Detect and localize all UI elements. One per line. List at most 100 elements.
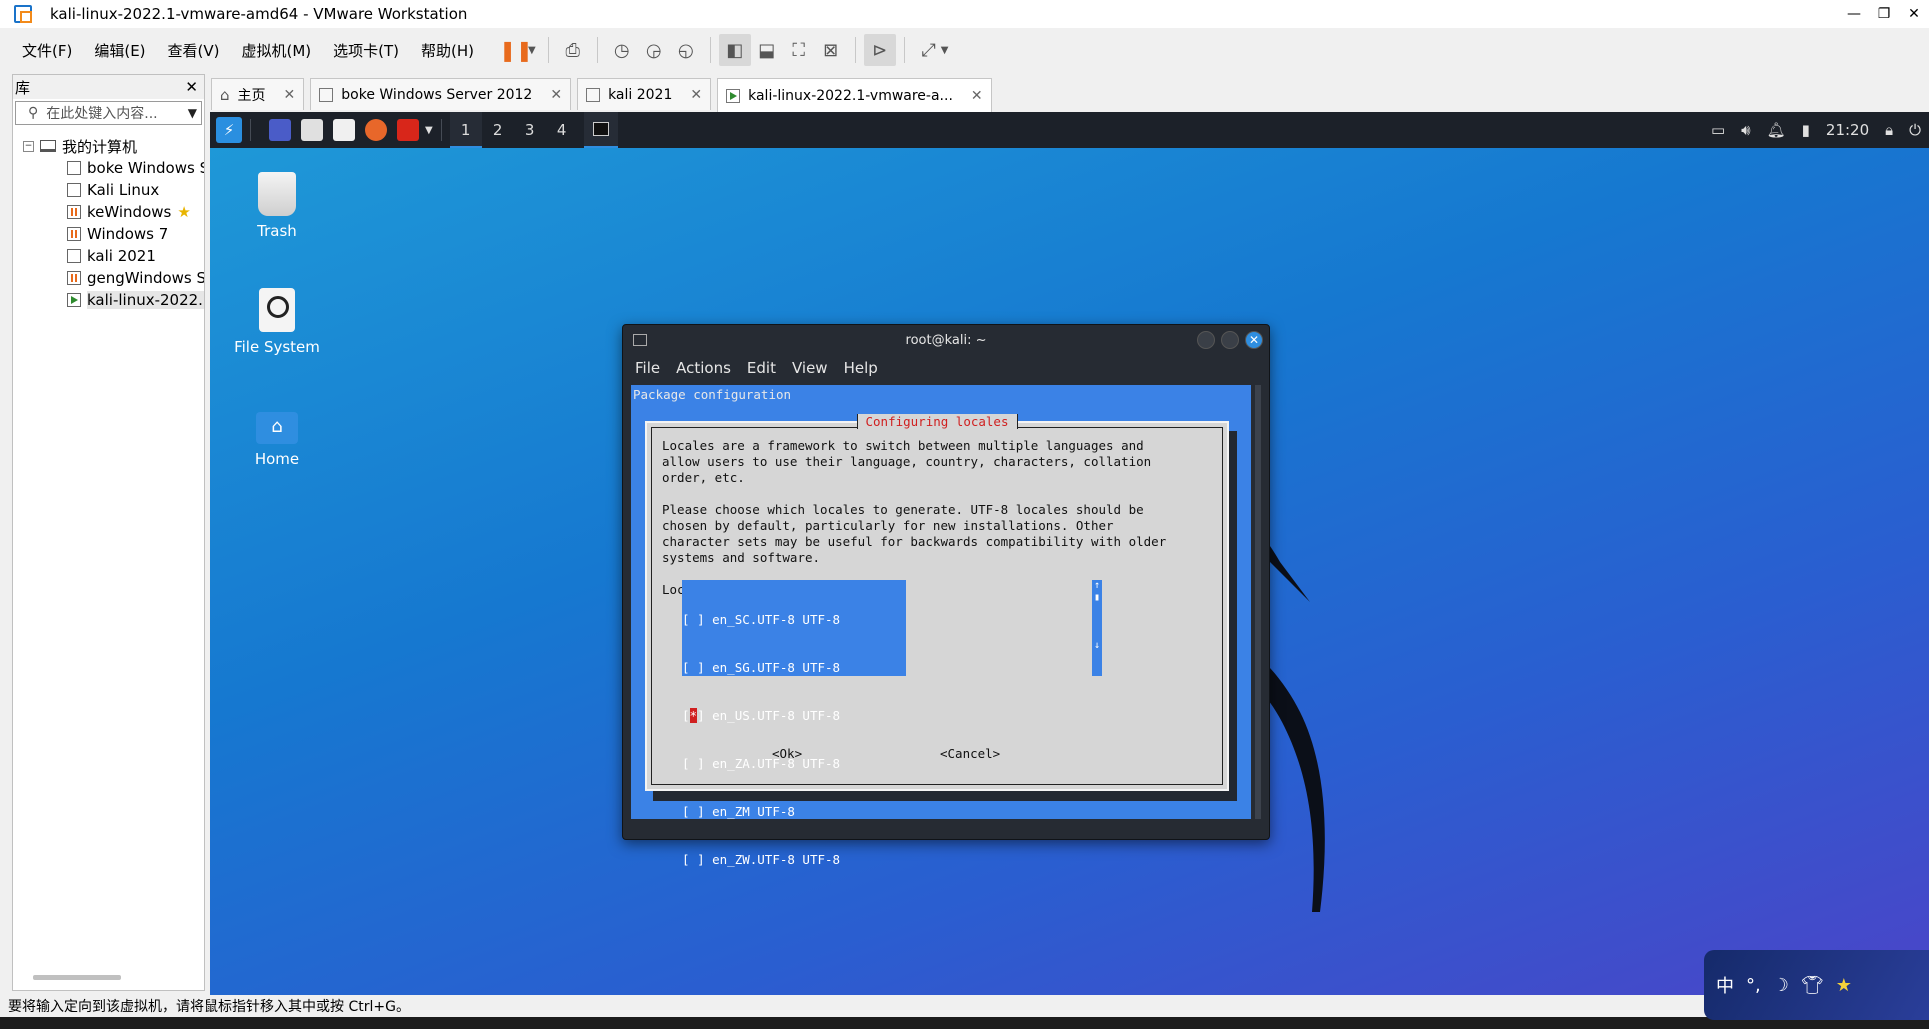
skin-icon[interactable]: 👕︎: [1801, 975, 1824, 996]
tab-vm-active[interactable]: kali-linux-2022.1-vmware-a... ✕: [717, 78, 992, 112]
workspace-4[interactable]: 4: [546, 112, 578, 148]
tree-item[interactable]: boke Windows S: [13, 157, 204, 179]
star-icon[interactable]: ★: [1836, 975, 1852, 996]
tree-item[interactable]: Windows 7: [13, 223, 204, 245]
taskbar-terminal[interactable]: [583, 112, 618, 148]
close-window-button[interactable]: ✕: [1899, 0, 1929, 28]
file-manager-icon[interactable]: [301, 119, 323, 141]
text-editor-icon[interactable]: [333, 119, 355, 141]
workspace-2[interactable]: 2: [482, 112, 514, 148]
full-screen-icon[interactable]: ⛶: [783, 34, 815, 66]
terminal-menu-file[interactable]: File: [635, 359, 660, 377]
maximize-button[interactable]: ❐: [1869, 0, 1899, 28]
tab-home[interactable]: ⌂ 主页 ✕: [211, 78, 305, 110]
terminal-icon: [633, 334, 647, 346]
tab-vm[interactable]: boke Windows Server 2012 ✕: [310, 78, 572, 110]
minimize-button[interactable]: —: [1839, 0, 1869, 28]
cancel-button[interactable]: <Cancel>: [940, 746, 1000, 761]
snapshot-manager-icon[interactable]: ◵: [670, 34, 702, 66]
punctuation-icon[interactable]: °,: [1746, 975, 1761, 996]
clock[interactable]: 21:20: [1826, 121, 1869, 139]
workspace-3[interactable]: 3: [514, 112, 546, 148]
kali-menu-icon[interactable]: ⚡: [216, 117, 242, 143]
menu-edit[interactable]: 编辑(E): [94, 40, 145, 61]
snapshot-icon[interactable]: ◷: [606, 34, 638, 66]
thumbnail-bar-icon[interactable]: ⬓: [751, 34, 783, 66]
list-item[interactable]: [ ] en_ZM UTF-8: [682, 804, 906, 820]
terminal-titlebar[interactable]: root@kali: ~ ✕: [623, 325, 1269, 355]
console-view-icon[interactable]: ⊳: [863, 34, 896, 66]
terminal-menu-help[interactable]: Help: [844, 359, 878, 377]
menu-help[interactable]: 帮助(H): [421, 40, 474, 61]
show-library-icon[interactable]: ◧: [718, 34, 751, 66]
display-icon[interactable]: ▭: [1711, 121, 1725, 139]
toolbar-divider: [709, 37, 711, 63]
close-icon[interactable]: ✕: [284, 87, 296, 103]
list-item[interactable]: [ ] en_SC.UTF-8 UTF-8: [682, 612, 906, 628]
menu-tabs[interactable]: 选项卡(T): [333, 40, 399, 61]
terminal-icon: [592, 122, 609, 136]
list-item-checked[interactable]: [*] en_US.UTF-8 UTF-8: [682, 708, 906, 724]
menu-view[interactable]: 查看(V): [168, 40, 220, 61]
list-item[interactable]: [ ] en_ZW.UTF-8 UTF-8: [682, 852, 906, 868]
chevron-down-icon[interactable]: ▼: [188, 106, 197, 120]
chevron-down-icon[interactable]: ▼: [941, 45, 949, 56]
window-controls: — ❐ ✕: [1839, 0, 1929, 28]
maximize-button[interactable]: [1221, 331, 1239, 349]
workspace-1[interactable]: 1: [449, 112, 482, 148]
volume-icon[interactable]: 🔊︎: [1741, 121, 1750, 139]
firefox-icon[interactable]: [365, 119, 387, 141]
ime-language[interactable]: 中: [1716, 972, 1734, 998]
tree-item[interactable]: gengWindows S: [13, 267, 204, 289]
terminal-content[interactable]: Package configuration Configuring locale…: [631, 385, 1251, 867]
home-icon-item[interactable]: Home: [227, 402, 327, 468]
tab-vm[interactable]: kali 2021 ✕: [577, 78, 712, 110]
tree-item[interactable]: keWindows ★: [13, 201, 204, 223]
horizontal-scrollbar[interactable]: [33, 975, 121, 980]
list-scrollbar[interactable]: ↑ ▮ ↓: [1092, 580, 1102, 676]
notification-bell-icon[interactable]: 🔔︎: [1767, 121, 1786, 139]
host-taskbar-strip: [0, 1017, 1929, 1029]
terminal-menu-view[interactable]: View: [792, 359, 828, 377]
close-icon[interactable]: ✕: [185, 78, 198, 96]
vm-paused-icon: [67, 227, 81, 241]
close-icon[interactable]: ✕: [550, 87, 562, 103]
revert-snapshot-icon[interactable]: ◶: [638, 34, 670, 66]
minimize-button[interactable]: [1197, 331, 1215, 349]
terminal-menu-edit[interactable]: Edit: [747, 359, 776, 377]
ok-button[interactable]: <Ok>: [772, 746, 802, 761]
chevron-down-icon[interactable]: ▼: [528, 45, 536, 56]
tree-item-selected[interactable]: kali-linux-2022.1: [13, 289, 204, 311]
close-icon[interactable]: ✕: [971, 88, 983, 104]
locales-list[interactable]: [ ] en_SC.UTF-8 UTF-8 [ ] en_SG.UTF-8 UT…: [682, 580, 906, 867]
terminal-menu-actions[interactable]: Actions: [676, 359, 731, 377]
vm-icon: [586, 87, 601, 102]
trash-icon-item[interactable]: Trash: [227, 172, 327, 240]
collapse-icon[interactable]: −: [23, 140, 34, 152]
menu-file[interactable]: 文件(F): [22, 40, 72, 61]
tree-root-label: 我的计算机: [62, 137, 138, 156]
chevron-down-icon[interactable]: ▼: [425, 125, 433, 136]
status-text: 要将输入定向到该虚拟机，请将鼠标指针移入其中或按 Ctrl+G。: [8, 999, 410, 1015]
list-item[interactable]: [ ] en_SG.UTF-8 UTF-8: [682, 660, 906, 676]
ime-toolbar[interactable]: 中 °, ☽ 👕︎ ★: [1704, 950, 1929, 1020]
terminal-scrollbar[interactable]: [1255, 385, 1261, 819]
close-icon[interactable]: ✕: [690, 87, 702, 103]
file-system-icon-item[interactable]: File System: [227, 288, 327, 356]
flag-icon[interactable]: [397, 119, 419, 141]
vm-display[interactable]: ⚡ ▼ 1 2 3 4 ▭ 🔊︎ 🔔︎ ▮ 21:20 🔒︎ ⏻ Trash F…: [210, 112, 1929, 995]
tree-root[interactable]: − 我的计算机: [13, 135, 204, 157]
show-desktop-icon[interactable]: [269, 119, 291, 141]
unity-icon[interactable]: ⊠: [815, 34, 847, 66]
tree-item[interactable]: Kali Linux: [13, 179, 204, 201]
terminal-window[interactable]: root@kali: ~ ✕ File Actions Edit View He…: [622, 324, 1270, 867]
close-icon[interactable]: ✕: [1245, 331, 1263, 349]
moon-icon[interactable]: ☽: [1773, 975, 1789, 996]
menu-vm[interactable]: 虚拟机(M): [242, 40, 312, 61]
send-ctrl-alt-del-icon[interactable]: ⎙: [557, 34, 589, 66]
power-icon[interactable]: ⏻: [1909, 121, 1921, 139]
library-search-input[interactable]: ⚲ 在此处键入内容... ▼: [15, 101, 202, 125]
battery-icon[interactable]: ▮: [1802, 121, 1810, 139]
lock-icon[interactable]: 🔒︎: [1885, 121, 1893, 139]
tree-item[interactable]: kali 2021: [13, 245, 204, 267]
